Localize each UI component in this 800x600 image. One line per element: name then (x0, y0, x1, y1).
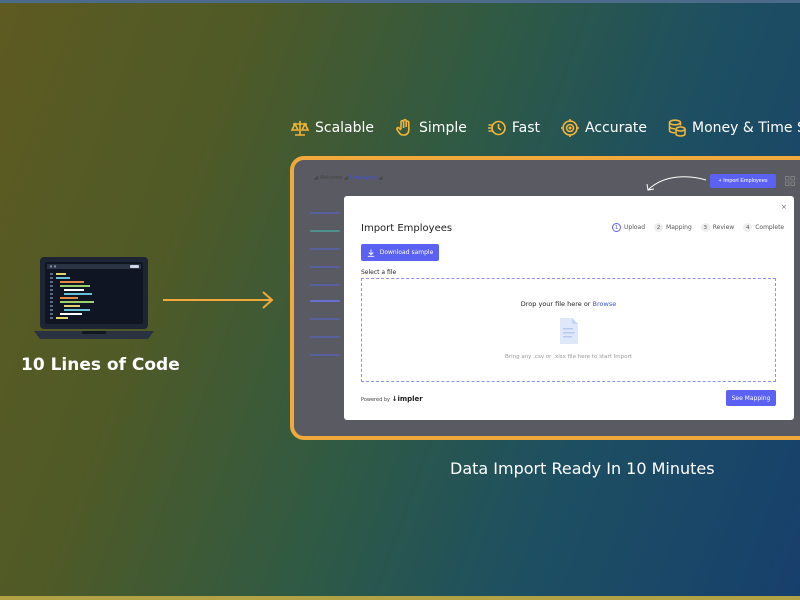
curved-arrow-icon (646, 176, 707, 191)
import-employees-button[interactable]: + Import Employees (710, 174, 776, 188)
close-icon[interactable]: × (781, 203, 787, 211)
step-upload: 1 Upload (612, 223, 645, 232)
table-row-placeholder (310, 318, 340, 320)
step-label: Review (712, 224, 735, 231)
drop-zone-text: Drop your file here or Browse (362, 300, 775, 308)
table-row-placeholder (310, 284, 340, 286)
scale-icon (290, 121, 310, 136)
file-icon (560, 318, 578, 344)
feature-label: Simple (419, 120, 467, 136)
modal-title: Import Employees (361, 223, 453, 234)
breadcrumb-home[interactable]: Welcome (319, 175, 342, 181)
powered-by-label: Powered by (361, 397, 390, 403)
features-row: Scalable Simple Fast Accurate Money & Ti… (290, 117, 800, 139)
drop-zone-hint: Bring any .csv or .xlsx file here to sta… (505, 354, 632, 360)
breadcrumb-end-icon: ◢ (378, 175, 383, 181)
feature-simple: Simple (394, 118, 467, 138)
drop-text: Drop your file here or (520, 300, 593, 308)
grid-icon[interactable] (785, 176, 795, 186)
table-row-placeholder (310, 266, 340, 268)
feature-label: Scalable (315, 120, 375, 136)
step-number: 1 (612, 223, 621, 232)
step-review: 3 Review (700, 223, 735, 232)
top-border (0, 0, 800, 3)
data-import-caption: Data Import Ready In 10 Minutes (450, 459, 715, 478)
laptop-code-illustration (34, 257, 154, 339)
feature-money-time: Money & Time Sa (667, 118, 800, 138)
step-label: Complete (755, 224, 785, 231)
step-complete: 4 Complete (743, 223, 784, 232)
step-label: Upload (624, 224, 646, 231)
right-arrow-icon (163, 291, 274, 309)
table-row-placeholder (310, 300, 340, 302)
step-number: 4 (743, 223, 753, 232)
impler-logo: ↓impler (392, 395, 423, 403)
table-row-placeholder (310, 230, 340, 232)
speed-clock-icon (487, 120, 506, 136)
see-mapping-button[interactable]: See Mapping (726, 390, 776, 406)
feature-label: Money & Time Sa (692, 120, 800, 136)
breadcrumb-current[interactable]: Employees (349, 175, 376, 181)
feature-label: Accurate (584, 120, 648, 136)
powered-by: Powered by ↓impler (361, 395, 423, 403)
table-row-placeholder (310, 248, 340, 250)
lines-of-code-caption: 10 Lines of Code (21, 355, 180, 375)
feature-accurate: Accurate (560, 118, 647, 138)
file-drop-zone[interactable]: Drop your file here or Browse Bring any … (361, 278, 776, 382)
download-sample-label: Download sample (379, 249, 434, 256)
feature-fast: Fast (487, 118, 540, 138)
app-preview-frame: ◢ Welcome ◢ Employees ◢ + Import Employe… (290, 156, 800, 440)
import-modal: Import Employees × 1 Upload 2 Mapping 3 Rev… (344, 196, 794, 420)
download-icon (367, 249, 374, 257)
table-row-placeholder (310, 336, 340, 338)
table-row-placeholder (310, 354, 340, 356)
step-label: Mapping (666, 224, 692, 231)
download-sample-button[interactable]: Download sample (361, 244, 439, 261)
step-number: 2 (654, 223, 664, 232)
breadcrumb: ◢ Welcome ◢ Employees ◢ (314, 175, 382, 181)
stepper: 1 Upload 2 Mapping 3 Review 4 Complete (612, 223, 793, 232)
step-number: 3 (700, 223, 710, 232)
target-icon (560, 119, 579, 137)
step-mapping: 2 Mapping (654, 223, 692, 232)
bottom-border (0, 596, 800, 600)
browse-link[interactable]: Browse (593, 300, 617, 308)
hand-tap-icon (396, 118, 410, 136)
select-file-label: Select a file (361, 269, 397, 276)
brand-name: impler (397, 395, 423, 403)
feature-scalable: Scalable (290, 118, 374, 138)
feature-label: Fast (511, 120, 540, 136)
table-row-placeholder (310, 212, 340, 214)
coins-icon (668, 119, 686, 137)
